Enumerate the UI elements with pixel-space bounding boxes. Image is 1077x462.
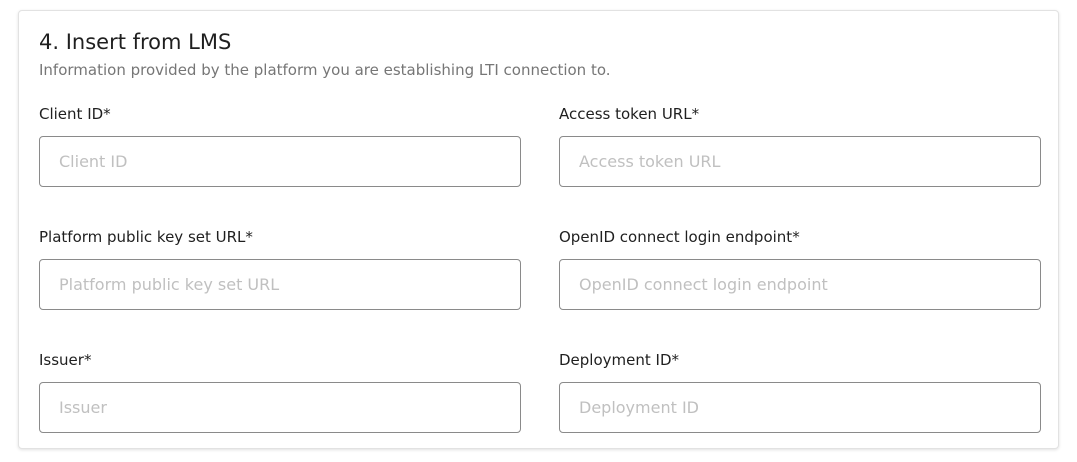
platform-public-key-set-url-input[interactable]	[39, 259, 521, 310]
deployment-id-input[interactable]	[559, 382, 1041, 433]
issuer-field-group: Issuer*	[39, 350, 521, 433]
access-token-url-label: Access token URL*	[559, 105, 700, 123]
deployment-id-field-group: Deployment ID*	[559, 350, 1041, 433]
access-token-url-field-group: Access token URL*	[559, 104, 1041, 187]
client-id-field-group: Client ID*	[39, 104, 521, 187]
client-id-input[interactable]	[39, 136, 521, 187]
openid-login-endpoint-label: OpenID connect login endpoint*	[559, 228, 800, 246]
platform-public-key-set-url-field-group: Platform public key set URL*	[39, 227, 521, 310]
access-token-url-input[interactable]	[559, 136, 1041, 187]
openid-login-endpoint-field-group: OpenID connect login endpoint*	[559, 227, 1041, 310]
section-subtitle: Information provided by the platform you…	[39, 61, 611, 79]
client-id-label: Client ID*	[39, 105, 111, 123]
lms-settings-card: 4. Insert from LMS Information provided …	[18, 10, 1059, 449]
section-title: 4. Insert from LMS	[39, 30, 232, 54]
deployment-id-label: Deployment ID*	[559, 351, 679, 369]
issuer-input[interactable]	[39, 382, 521, 433]
platform-public-key-set-url-label: Platform public key set URL*	[39, 228, 253, 246]
openid-login-endpoint-input[interactable]	[559, 259, 1041, 310]
issuer-label: Issuer*	[39, 351, 92, 369]
